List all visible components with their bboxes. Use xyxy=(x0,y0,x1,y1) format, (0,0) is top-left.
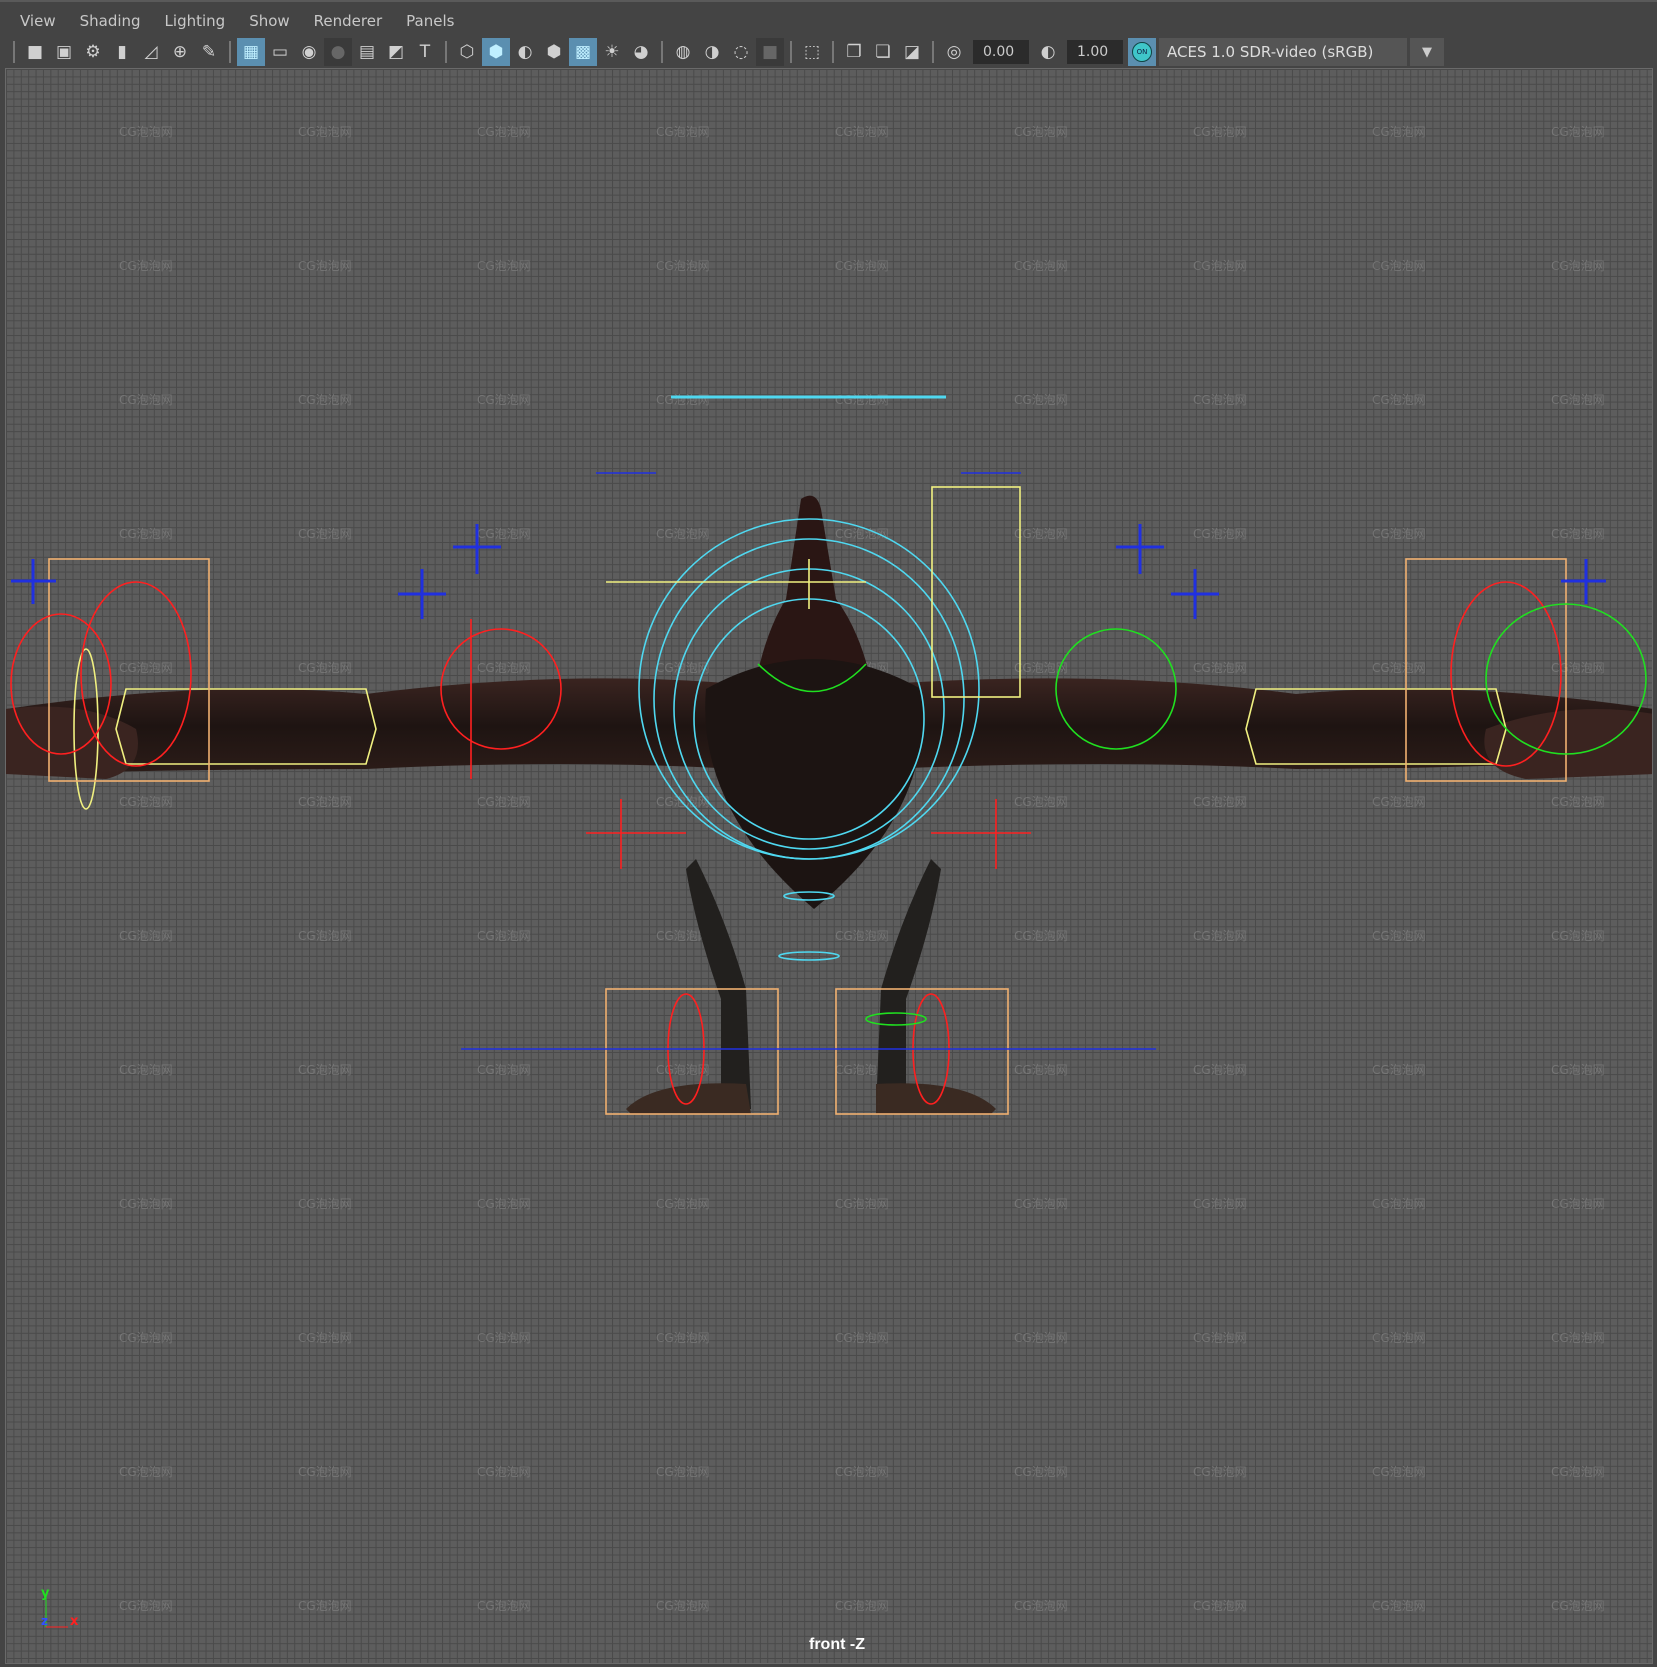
axis-z-label: z xyxy=(41,1614,48,1628)
camera-name-label: front -Z xyxy=(809,1636,865,1653)
panel-menu-bar: View Shading Lighting Show Renderer Panels xyxy=(0,6,1657,36)
toolbar-separator xyxy=(790,41,792,63)
axis-y-label: y xyxy=(41,1587,50,1601)
color-management-toggle[interactable]: ON xyxy=(1128,38,1156,66)
menu-panels[interactable]: Panels xyxy=(394,12,466,30)
panel-toolbar: ■ ▣ ⚙ ▮ ◿ ⊕ ✎ ▦ ▭ ◉ ● ▤ ◩ T ⬡ ⬢ ◐ ⬢ ▩ ☀ ◕ ◍ ◑ ◌ ■ ⬚ ❐ ❏ ◪ ◎ 0.00 ◐ 1.00 O… xyxy=(8,37,1444,67)
toolbar-separator xyxy=(229,41,231,63)
torso xyxy=(705,659,923,909)
3d-viewport[interactable]: CG泡泡网 CG泡泡网 CG泡泡网 CG泡泡网 CG泡泡网 CG泡泡网 CG泡泡网 CG泡泡网… xyxy=(5,68,1653,1664)
scene-rig[interactable] xyxy=(6,69,1653,1664)
left-foot xyxy=(626,1083,751,1114)
toolbar-separator xyxy=(661,41,663,63)
field-chart-icon[interactable]: ▤ xyxy=(353,38,381,66)
right-leg xyxy=(876,859,941,1109)
wireframe-icon[interactable]: ⬡ xyxy=(453,38,481,66)
textured-icon[interactable]: ▩ xyxy=(569,38,597,66)
exposure-field[interactable]: 0.00 xyxy=(973,40,1029,64)
toolbar-separator xyxy=(13,41,15,63)
shadows-icon[interactable]: ◕ xyxy=(627,38,655,66)
menu-lighting[interactable]: Lighting xyxy=(153,12,238,30)
color-management-on-label: ON xyxy=(1132,42,1152,62)
view-transform-select[interactable]: ACES 1.0 SDR-video (sRGB) xyxy=(1159,38,1407,66)
right-foot xyxy=(876,1083,996,1114)
2d-pan-zoom-icon[interactable]: ⊕ xyxy=(166,38,194,66)
bookmark-icon[interactable]: ▮ xyxy=(108,38,136,66)
menu-view[interactable]: View xyxy=(8,12,68,30)
safe-title-icon[interactable]: T xyxy=(411,38,439,66)
exposure-icon[interactable]: ◎ xyxy=(940,38,968,66)
chevron-down-icon[interactable]: ▼ xyxy=(1410,38,1444,66)
gamma-icon[interactable]: ◐ xyxy=(1034,38,1062,66)
maya-viewport-panel: View Shading Lighting Show Renderer Panels ■ ▣… xyxy=(0,0,1657,1667)
isolate-select-icon[interactable]: ⬚ xyxy=(798,38,826,66)
anti-aliasing-icon[interactable]: ◌ xyxy=(727,38,755,66)
camera-attributes-icon[interactable]: ⚙ xyxy=(79,38,107,66)
camera-icon[interactable]: ■ xyxy=(21,38,49,66)
grease-pencil-icon[interactable]: ✎ xyxy=(195,38,223,66)
gamma-field[interactable]: 1.00 xyxy=(1067,40,1123,64)
left-leg xyxy=(686,859,751,1109)
menu-show[interactable]: Show xyxy=(237,12,301,30)
menu-shading[interactable]: Shading xyxy=(68,12,153,30)
wireframe-on-shaded-icon[interactable]: ⬢ xyxy=(540,38,568,66)
screen-space-ao-icon[interactable]: ◍ xyxy=(669,38,697,66)
menu-renderer[interactable]: Renderer xyxy=(302,12,394,30)
xray-icon[interactable]: ❐ xyxy=(840,38,868,66)
motion-blur-icon[interactable]: ◑ xyxy=(698,38,726,66)
grid-icon[interactable]: ▦ xyxy=(237,38,265,66)
depth-of-field-icon[interactable]: ■ xyxy=(756,38,784,66)
xray-joints-icon[interactable]: ◪ xyxy=(898,38,926,66)
gate-mask-icon[interactable]: ● xyxy=(324,38,352,66)
camera-lock-icon[interactable]: ▣ xyxy=(50,38,78,66)
image-plane-icon[interactable]: ◿ xyxy=(137,38,165,66)
smooth-shade-icon[interactable]: ⬢ xyxy=(482,38,510,66)
xray-active-components-icon[interactable]: ❏ xyxy=(869,38,897,66)
safe-action-icon[interactable]: ◩ xyxy=(382,38,410,66)
view-axis-indicator: y z x xyxy=(41,1587,79,1629)
toolbar-separator xyxy=(832,41,834,63)
toolbar-separator xyxy=(445,41,447,63)
resolution-gate-icon[interactable]: ◉ xyxy=(295,38,323,66)
axis-x-label: x xyxy=(70,1614,79,1629)
film-gate-icon[interactable]: ▭ xyxy=(266,38,294,66)
use-all-lights-icon[interactable]: ☀ xyxy=(598,38,626,66)
toolbar-separator xyxy=(932,41,934,63)
default-material-icon[interactable]: ◐ xyxy=(511,38,539,66)
